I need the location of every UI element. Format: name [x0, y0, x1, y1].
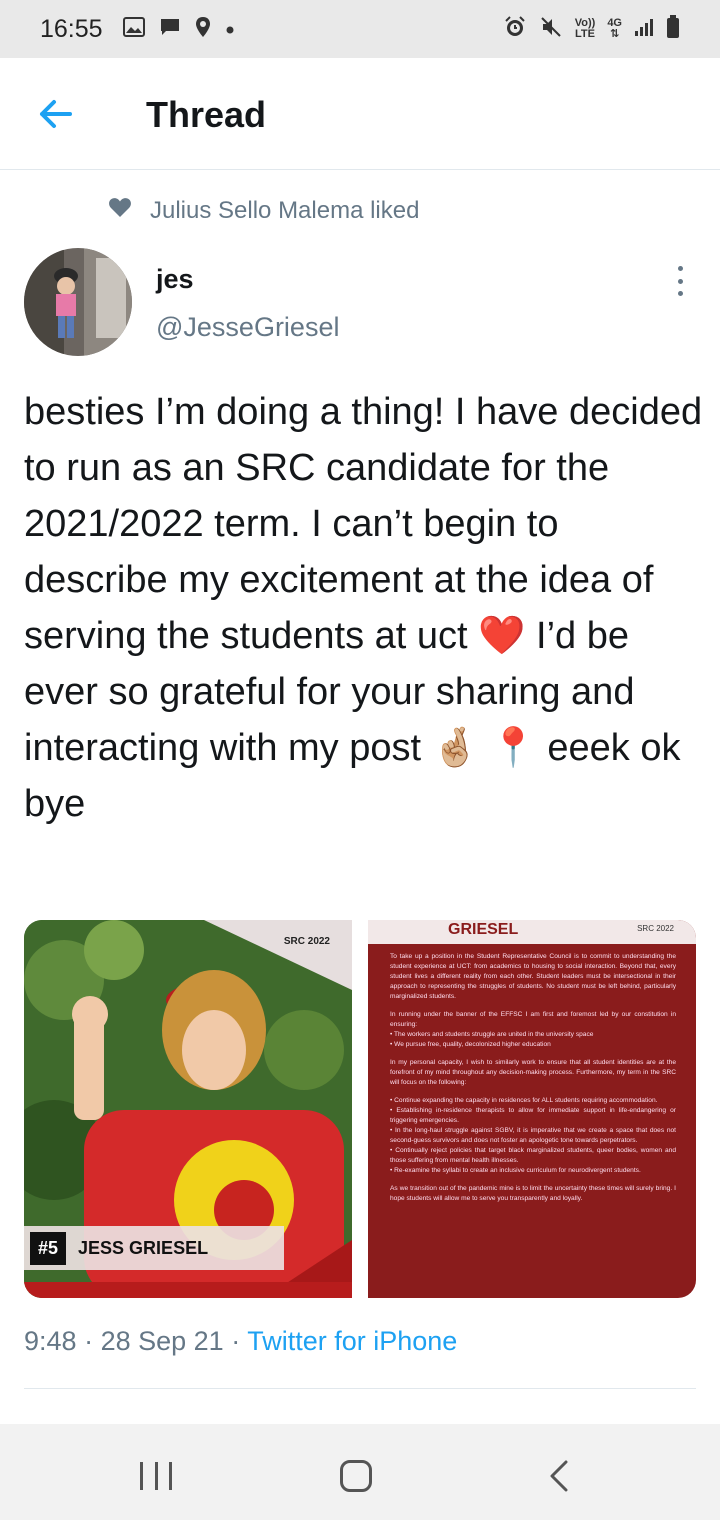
tweet-meta: 9:48 · 28 Sep 21 · Twitter for iPhone: [24, 1326, 457, 1357]
divider: [24, 1388, 696, 1389]
app-header: Thread: [0, 58, 720, 170]
data-arrows: ⇅: [610, 28, 620, 40]
message-icon: [159, 17, 181, 41]
social-context[interactable]: Julius Sello Malema liked: [108, 196, 419, 225]
manifesto-paragraph: • In the long-haul struggle against SGBV…: [390, 1127, 676, 1144]
manifesto-tag: SRC 2022: [637, 924, 674, 933]
tweet-text: besties I’m doing a thing! I have decide…: [24, 391, 703, 825]
social-context-text: Julius Sello Malema liked: [150, 196, 420, 224]
status-bar: 16:55 Vo)) LTE 4G ⇅: [0, 0, 720, 58]
more-vertical-icon[interactable]: [672, 266, 688, 296]
heart-icon: [108, 196, 132, 225]
location-icon: [195, 16, 211, 42]
4g-icon: 4G ⇅: [607, 18, 622, 40]
manifesto-paragraph: In running under the banner of the EFFSC…: [390, 1011, 676, 1028]
manifesto-paragraph: To take up a position in the Student Rep…: [390, 953, 676, 1000]
avatar[interactable]: [24, 248, 132, 356]
manifesto-paragraph: • The workers and students struggle are …: [390, 1031, 594, 1038]
meta-separator: ·: [231, 1326, 241, 1356]
system-nav-bar: [0, 1424, 720, 1520]
poster-label: #5 JESS GRIESEL: [24, 1226, 284, 1270]
tweet-stats-row[interactable]: [24, 1412, 696, 1424]
volte-bottom-text: LTE: [575, 28, 595, 40]
alarm-icon: [503, 15, 527, 43]
status-time: 16:55: [40, 14, 103, 43]
manifesto-paragraph: • Continue expanding the capacity in res…: [390, 1097, 658, 1104]
manifesto-name: GRIESEL: [448, 921, 519, 938]
author-name[interactable]: jes: [156, 264, 194, 295]
tweet-media: SRC 2022 #5 JESS GRIESEL GRIESEL SRC 202…: [24, 920, 696, 1298]
signal-icon: [634, 17, 654, 41]
manifesto-header: GRIESEL SRC 2022: [368, 920, 696, 944]
tweet-source-link[interactable]: Twitter for iPhone: [247, 1326, 457, 1356]
manifesto-paragraph: As we transition out of the pandemic min…: [390, 1185, 676, 1202]
manifesto-paragraph: • Re-examine the syllabi to create an in…: [390, 1167, 641, 1174]
recents-icon[interactable]: [140, 1462, 172, 1490]
poster-tag: SRC 2022: [283, 936, 330, 947]
manifesto-paragraph: • Continually reject policies that targe…: [390, 1147, 676, 1164]
page-title: Thread: [146, 94, 267, 135]
back-arrow-icon[interactable]: [36, 94, 76, 134]
manifesto-body: To take up a position in the Student Rep…: [390, 952, 676, 1212]
media-image-manifesto[interactable]: GRIESEL SRC 2022 To take up a position i…: [368, 920, 696, 1298]
gallery-icon: [122, 17, 145, 41]
battery-icon: [666, 15, 680, 43]
meta-separator: ·: [84, 1326, 94, 1356]
media-image-poster[interactable]: SRC 2022 #5 JESS GRIESEL: [24, 920, 352, 1298]
tweet-date: 28 Sep 21: [100, 1326, 224, 1356]
manifesto-paragraph: In my personal capacity, I wish to simil…: [390, 1059, 676, 1086]
manifesto-paragraph: • We pursue free, quality, decolonized h…: [390, 1041, 551, 1048]
volte-icon: Vo)) LTE: [575, 18, 596, 40]
back-icon[interactable]: [548, 1460, 572, 1492]
dot-icon: [225, 19, 235, 39]
mute-icon: [539, 15, 563, 43]
tweet-time: 9:48: [24, 1326, 77, 1356]
author-handle[interactable]: @JesseGriesel: [156, 312, 339, 343]
candidate-name: JESS GRIESEL: [78, 1237, 209, 1258]
home-icon[interactable]: [340, 1460, 372, 1492]
candidate-number: #5: [30, 1231, 67, 1265]
manifesto-paragraph: • Establishing in-residence therapists t…: [390, 1107, 676, 1124]
